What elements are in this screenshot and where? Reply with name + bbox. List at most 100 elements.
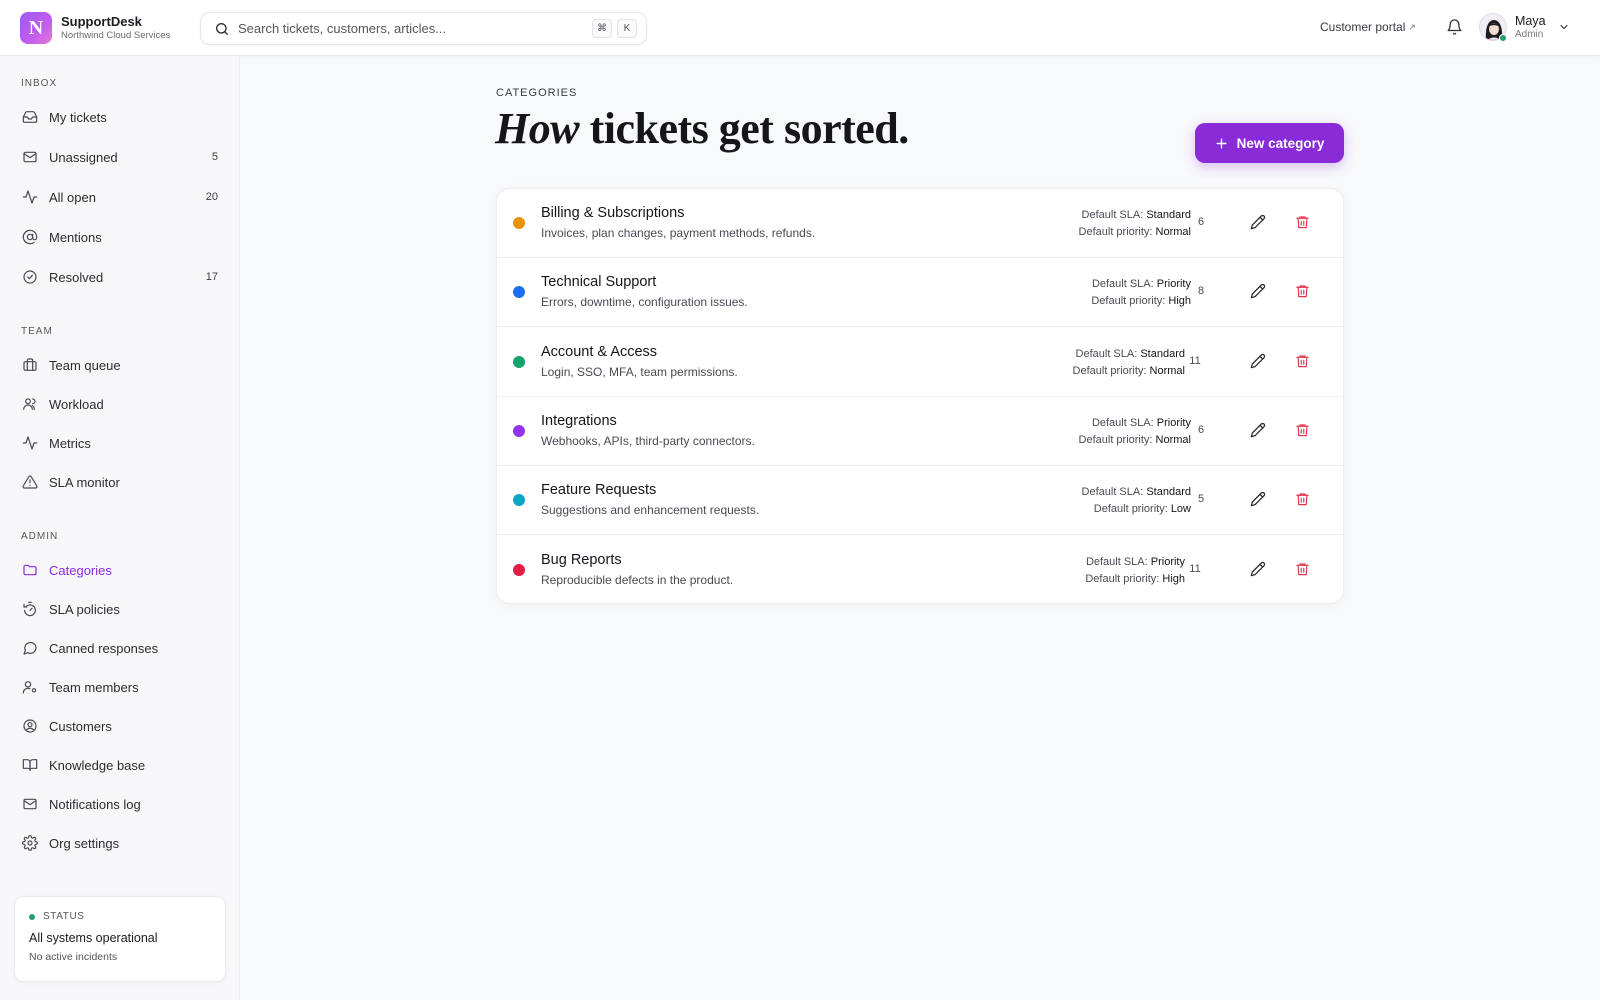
customer-portal-link[interactable]: Customer portal ↗ <box>1320 20 1416 34</box>
inbox-icon <box>22 111 38 123</box>
sidebar-item-count: 17 <box>205 271 218 283</box>
default-priority-label: Default priority: <box>1078 433 1156 446</box>
user-cog-icon <box>22 681 37 694</box>
status-label: STATUS <box>43 911 85 922</box>
sidebar-item-label: Metrics <box>49 435 91 451</box>
user-menu[interactable]: Maya Admin <box>1479 13 1570 41</box>
page-title: How tickets get sorted. <box>495 103 909 154</box>
timer-icon <box>23 601 36 617</box>
category-name: Bug Reports <box>541 551 622 568</box>
folder-icon <box>23 564 37 576</box>
pencil-icon[interactable] <box>1250 422 1266 438</box>
sidebar-item-label: Org settings <box>49 835 120 851</box>
category-defaults: Default SLA: Priority Default priority: H… <box>965 554 1185 588</box>
trash-icon[interactable] <box>1295 353 1310 369</box>
sidebar-item-sla-monitor[interactable]: SLA monitor <box>12 465 226 499</box>
sidebar-item-team-queue[interactable]: Team queue <box>12 348 226 382</box>
search-bar[interactable]: ⌘ K <box>200 12 647 45</box>
section-label-inbox: INBOX <box>21 78 58 89</box>
user-name: Maya <box>1515 13 1546 28</box>
pencil-icon[interactable] <box>1250 353 1266 369</box>
default-priority-label: Default priority: <box>1085 572 1163 585</box>
search-input[interactable] <box>238 21 587 36</box>
sidebar-item-customers[interactable]: Customers <box>12 709 226 743</box>
sidebar-item-mentions[interactable]: Mentions <box>12 220 226 254</box>
search-icon <box>214 21 230 37</box>
sidebar-item-label: Knowledge base <box>49 757 146 773</box>
category-description: Reproducible defects in the product. <box>541 572 734 587</box>
trash-icon[interactable] <box>1295 491 1310 507</box>
brand-name: SupportDesk <box>61 14 142 29</box>
category-description: Login, SSO, MFA, team permissions. <box>541 364 738 379</box>
sidebar-item-categories[interactable]: Categories <box>12 553 226 587</box>
sidebar-item-unassigned[interactable]: Unassigned 5 <box>12 140 226 174</box>
default-sla-label: Default SLA: <box>1085 555 1151 568</box>
pencil-icon[interactable] <box>1250 561 1266 577</box>
alert-triangle-icon <box>22 475 38 489</box>
category-row[interactable]: Feature Requests Suggestions and enhancem… <box>497 466 1343 536</box>
pencil-icon[interactable] <box>1250 214 1266 230</box>
category-defaults: Default SLA: Standard Default priority: N… <box>971 207 1191 241</box>
category-row[interactable]: Account & Access Login, SSO, MFA, team pe… <box>497 328 1343 397</box>
sidebar-item-knowledge-base[interactable]: Knowledge base <box>12 748 226 782</box>
at-sign-icon <box>22 229 38 245</box>
trash-icon[interactable] <box>1295 283 1310 299</box>
sidebar-item-metrics[interactable]: Metrics <box>12 426 226 460</box>
category-defaults: Default SLA: Priority Default priority: H… <box>971 276 1191 310</box>
default-sla-value: Standard <box>1146 486 1191 499</box>
sidebar-item-workload[interactable]: Workload <box>12 387 226 421</box>
bell-icon[interactable] <box>1446 18 1463 36</box>
user-role: Admin <box>1515 28 1544 40</box>
brand-logo: N <box>20 12 52 44</box>
category-color-dot <box>513 217 525 229</box>
shortcut-k-key: K <box>617 19 637 38</box>
sidebar-item-resolved[interactable]: Resolved 17 <box>12 260 226 294</box>
pencil-icon[interactable] <box>1250 283 1266 299</box>
sidebar-item-notifications-log[interactable]: Notifications log <box>12 787 226 821</box>
sidebar-item-label: Unassigned <box>49 149 118 165</box>
shortcut-cmd-key: ⌘ <box>592 19 612 38</box>
default-sla-label: Default SLA: <box>1091 278 1157 291</box>
plus-icon <box>1216 137 1227 149</box>
category-description: Invoices, plan changes, payment methods,… <box>541 226 816 240</box>
sidebar-item-org-settings[interactable]: Org settings <box>12 826 226 860</box>
sidebar-item-label: Resolved <box>49 269 104 285</box>
status-dot <box>29 913 35 920</box>
brand-org: Northwind Cloud Services <box>61 30 171 41</box>
message-circle-icon <box>23 641 37 655</box>
sidebar-item-canned-responses[interactable]: Canned responses <box>12 631 226 665</box>
category-row[interactable]: Integrations Webhooks, APIs, third-party … <box>497 397 1343 466</box>
trash-icon[interactable] <box>1295 214 1310 230</box>
gear-icon <box>22 835 38 851</box>
trash-icon[interactable] <box>1295 422 1310 438</box>
default-sla-label: Default SLA: <box>1081 486 1147 499</box>
category-description: Webhooks, APIs, third-party connectors. <box>541 433 755 448</box>
category-defaults: Default SLA: Standard Default priority: N… <box>965 346 1185 380</box>
category-row[interactable]: Technical Support Errors, downtime, confi… <box>497 258 1343 328</box>
category-ticket-count: 11 <box>1189 562 1201 575</box>
sidebar-item-my-tickets[interactable]: My tickets <box>12 100 226 134</box>
chevron-down-icon <box>1558 21 1570 33</box>
trash-icon[interactable] <box>1295 561 1310 577</box>
category-description: Errors, downtime, configuration issues. <box>541 295 748 310</box>
sidebar-item-label: All open <box>49 189 96 205</box>
new-category-button[interactable]: New category <box>1195 123 1344 163</box>
sidebar-item-all-open[interactable]: All open 20 <box>12 180 226 214</box>
pencil-icon[interactable] <box>1250 491 1266 507</box>
category-color-dot <box>513 424 525 437</box>
default-priority-label: Default priority: <box>1091 295 1169 308</box>
category-color-dot <box>513 355 525 368</box>
sidebar: INBOX My tickets Unassigned 5 All open 2… <box>0 56 240 1000</box>
sidebar-item-team-members[interactable]: Team members <box>12 670 226 704</box>
category-row[interactable]: Bug Reports Reproducible defects in the p… <box>497 536 1343 604</box>
sidebar-item-label: Workload <box>49 396 104 412</box>
default-sla-value: Standard <box>1140 347 1185 360</box>
sidebar-item-label: Customers <box>49 718 112 734</box>
sidebar-item-sla-policies[interactable]: SLA policies <box>12 592 226 626</box>
category-list: Billing & Subscriptions Invoices, plan ch… <box>496 188 1344 604</box>
default-sla-label: Default SLA: <box>1081 209 1147 221</box>
check-circle-icon <box>23 270 37 284</box>
category-row[interactable]: Billing & Subscriptions Invoices, plan ch… <box>497 189 1343 258</box>
brand[interactable]: N SupportDesk Northwind Cloud Services <box>20 12 170 44</box>
category-defaults: Default SLA: Standard Default priority: L… <box>971 484 1191 518</box>
